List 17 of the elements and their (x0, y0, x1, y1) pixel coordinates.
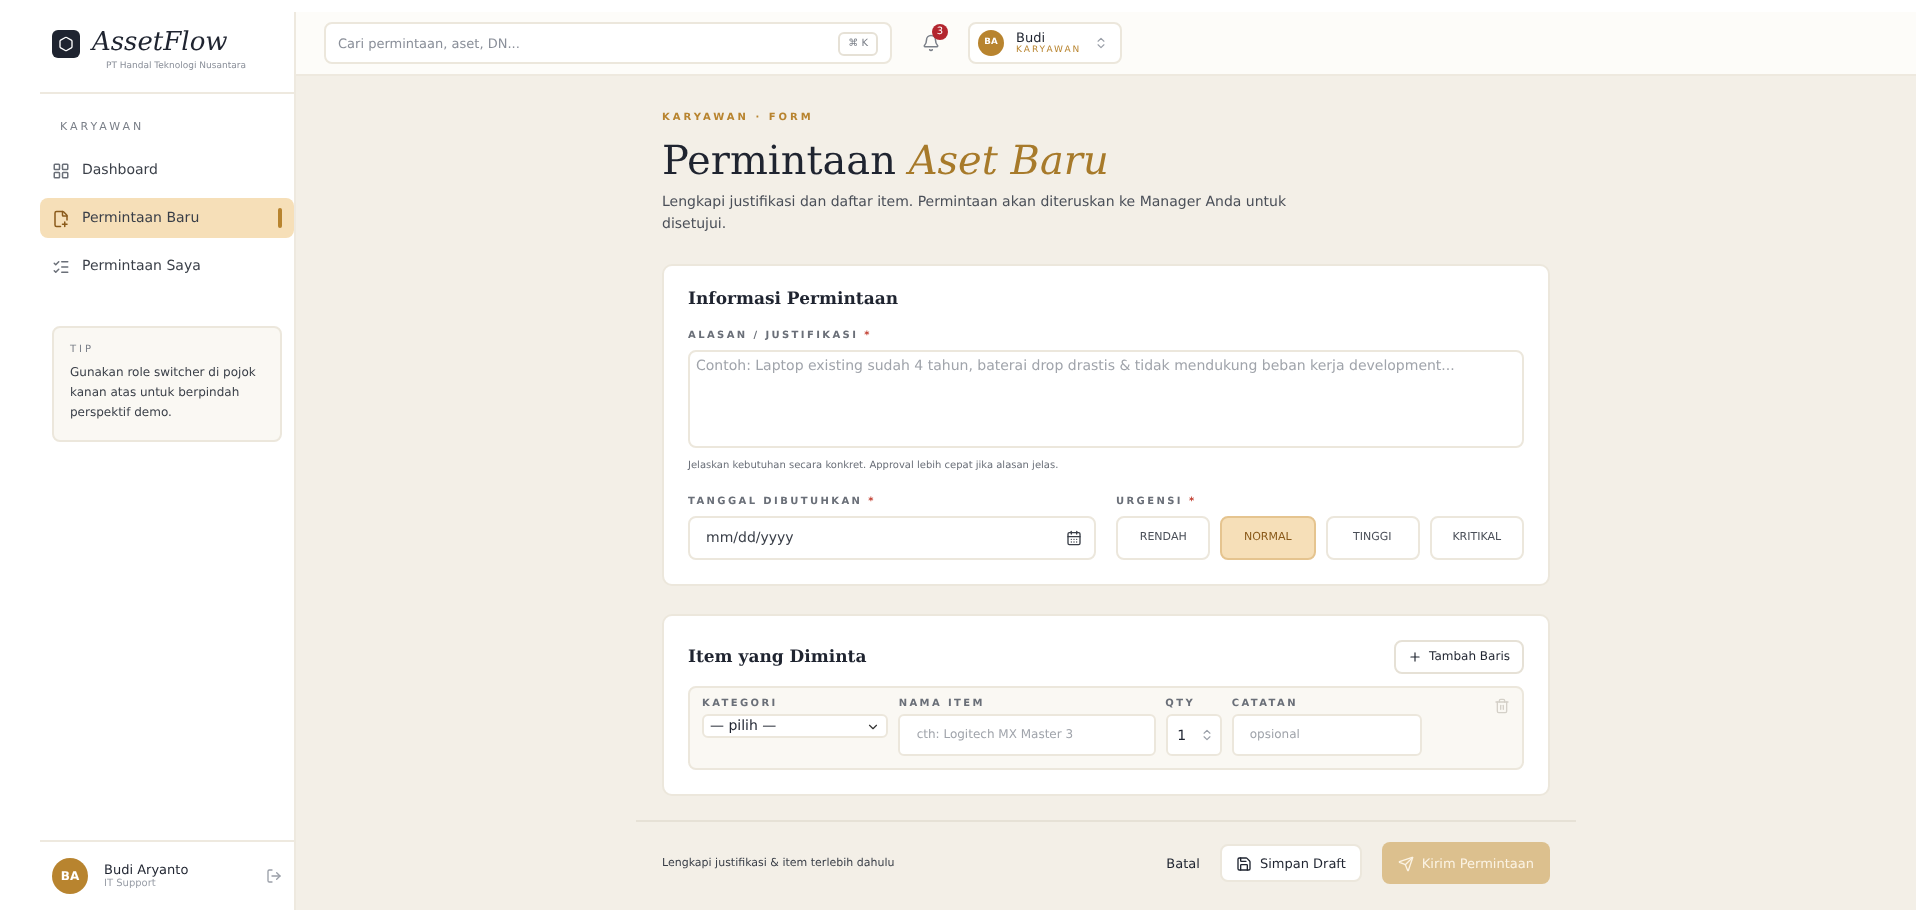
card-title: Item yang Diminta (688, 647, 867, 667)
send-icon (1397, 855, 1414, 871)
logout-icon[interactable] (266, 868, 282, 884)
brand-name: AssetFlow (92, 28, 228, 58)
calendar-icon (1066, 530, 1082, 546)
spinner-icon (1199, 728, 1214, 742)
floppy-icon (1235, 855, 1252, 871)
page-title: Permintaan Aset Baru (662, 136, 1111, 184)
plus-icon (1407, 650, 1422, 664)
list-icon (52, 257, 70, 275)
logo-icon (52, 29, 80, 57)
file-plus-icon (52, 209, 70, 227)
card-title: Informasi Permintaan (688, 290, 901, 310)
grid-icon (52, 161, 70, 179)
delete-icon[interactable] (1494, 698, 1510, 714)
updown-icon (1093, 36, 1108, 50)
chevron-down-icon (866, 719, 881, 733)
